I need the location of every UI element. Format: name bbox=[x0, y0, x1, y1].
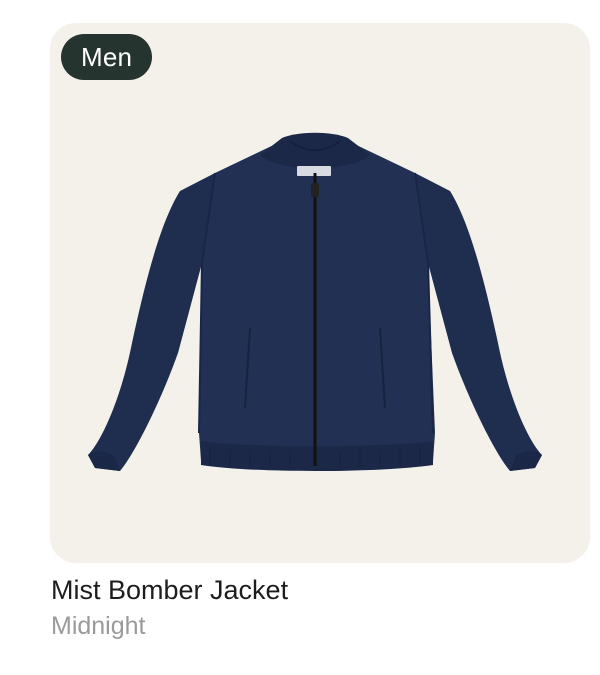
product-image-container[interactable]: Men bbox=[50, 23, 590, 563]
product-color-name: Midnight bbox=[51, 612, 146, 640]
bomber-jacket-image bbox=[88, 132, 542, 471]
product-card[interactable]: Men Mist Bomber Jacket Midnight bbox=[50, 23, 590, 643]
product-name[interactable]: Mist Bomber Jacket bbox=[51, 575, 288, 606]
category-badge: Men bbox=[61, 34, 153, 80]
